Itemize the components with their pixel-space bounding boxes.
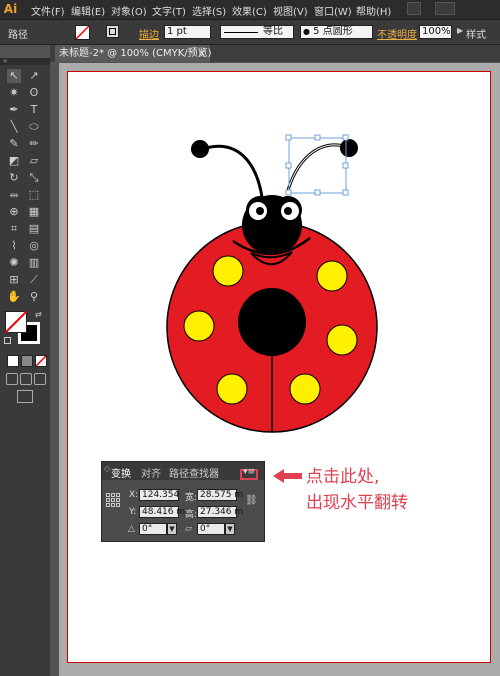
yellow-spot [289, 373, 321, 405]
panel-menu-icon[interactable]: ▾≡ [243, 467, 255, 477]
annotation-arrow-icon [273, 469, 302, 483]
selection-handle[interactable] [285, 162, 292, 169]
right-pupil [284, 207, 292, 215]
yellow-spot [183, 310, 215, 342]
selection-handle[interactable] [285, 134, 292, 141]
left-pupil [256, 207, 264, 215]
shear-icon: ▱ [185, 524, 192, 534]
selection-handle[interactable] [314, 189, 321, 196]
selection-handle[interactable] [314, 134, 321, 141]
width-label: 宽: [185, 493, 198, 503]
shear-field[interactable]: 0° [197, 523, 225, 535]
selection-handle[interactable] [342, 162, 349, 169]
yellow-spot [216, 373, 248, 405]
selection-handle[interactable] [342, 189, 349, 196]
center-spot [238, 288, 306, 356]
transform-panel: ◇ 变换 对齐 路径查找器 ▾≡ X: 124.354 宽: 28.575 m … [101, 461, 265, 542]
height-field[interactable]: 27.346 m [197, 506, 243, 518]
annotation-text: 点击此处, 出现水平翻转 [306, 464, 408, 516]
constrain-proportions-icon[interactable]: ⛓ [245, 495, 258, 506]
tab-transform[interactable]: 变换 [111, 465, 131, 480]
tab-align[interactable]: 对齐 [141, 465, 161, 480]
left-antenna-tip [191, 140, 209, 158]
panel-collapse-icon[interactable]: ◇ [104, 464, 110, 473]
yellow-spot [326, 324, 358, 356]
width-field[interactable]: 28.575 m [197, 489, 243, 501]
height-label: 高: [185, 510, 198, 520]
annotation-line-1: 点击此处, [306, 467, 380, 487]
rotate-icon: △ [128, 524, 135, 534]
right-antenna-tip [340, 139, 358, 157]
ladybug-artwork[interactable] [0, 0, 500, 676]
selection-handle[interactable] [342, 134, 349, 141]
y-field[interactable]: 48.416 m [139, 506, 185, 518]
x-label: X: [129, 490, 139, 500]
rotate-dropdown-icon[interactable]: ▼ [167, 523, 177, 535]
y-label: Y: [129, 507, 137, 517]
yellow-spot [316, 260, 348, 292]
reference-point-icon[interactable] [106, 493, 120, 507]
left-antenna [205, 144, 264, 198]
x-field[interactable]: 124.354 [139, 489, 179, 501]
shear-dropdown-icon[interactable]: ▼ [225, 523, 235, 535]
tab-pathfinder[interactable]: 路径查找器 [169, 465, 219, 480]
yellow-spot [212, 255, 244, 287]
rotate-field[interactable]: 0° [139, 523, 167, 535]
annotation-line-2: 出现水平翻转 [306, 493, 408, 513]
right-antenna [285, 143, 345, 195]
selection-handle[interactable] [285, 189, 292, 196]
